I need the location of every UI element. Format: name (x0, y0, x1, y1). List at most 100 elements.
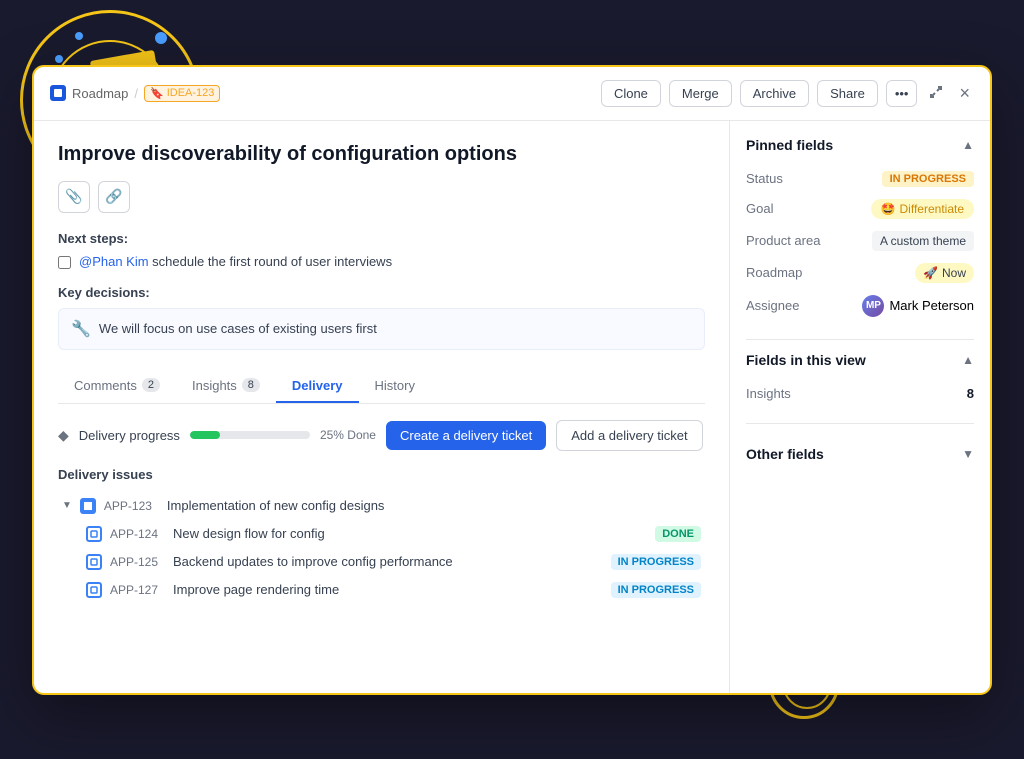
field-roadmap: Roadmap 🚀 Now (746, 257, 974, 289)
decorative-dot-top (155, 32, 167, 44)
field-roadmap-value: 🚀 Now (915, 263, 974, 283)
status-inprogress-127: IN PROGRESS (611, 582, 701, 598)
issue-icon-127 (86, 582, 102, 598)
tab-insights-label: Insights (192, 378, 237, 393)
issue-row-124: APP-124 New design flow for config DONE (82, 520, 705, 548)
idea-badge-icon: 🔖 (150, 87, 164, 100)
roadmap-icon (50, 85, 66, 101)
attach-icon: 📎 (65, 188, 82, 205)
tab-delivery-label: Delivery (292, 378, 343, 393)
decision-icon: 🔧 (71, 319, 91, 339)
goal-badge: 🤩 Differentiate (871, 199, 974, 219)
chevron-icon[interactable]: ▼ (62, 500, 72, 511)
issue-children: APP-124 New design flow for config DONE … (58, 520, 705, 604)
field-status-value: IN PROGRESS (882, 171, 974, 187)
parent-issue-icon (80, 498, 96, 514)
fields-in-view-title: Fields in this view (746, 352, 866, 368)
header-actions: Clone Merge Archive Share ••• × (601, 79, 974, 108)
tab-history[interactable]: History (359, 370, 431, 403)
issue-icon-125 (86, 554, 102, 570)
merge-button[interactable]: Merge (669, 80, 732, 107)
modal-header: Roadmap / 🔖 IDEA-123 Clone Merge Archive… (34, 67, 990, 121)
tab-insights-badge: 8 (242, 378, 260, 392)
modal-body: Improve discoverability of configuration… (34, 121, 990, 693)
next-steps-item: @Phan Kim schedule the first round of us… (58, 254, 705, 269)
assignee-name: Mark Peterson (889, 298, 974, 313)
roadmap-emoji: 🚀 (923, 266, 938, 280)
fields-in-view-section: Fields in this view ▲ Insights 8 (746, 352, 974, 407)
field-goal-value: 🤩 Differentiate (871, 199, 974, 219)
other-fields-collapse-button[interactable]: ▼ (962, 447, 974, 461)
more-button[interactable]: ••• (886, 80, 918, 107)
issue-title-125: Backend updates to improve config perfor… (173, 554, 603, 569)
roadmap-text: Now (942, 266, 966, 280)
left-panel: Improve discoverability of configuration… (34, 121, 730, 693)
attach-button[interactable]: 📎 (58, 181, 90, 213)
tab-insights[interactable]: Insights 8 (176, 370, 276, 403)
create-ticket-button[interactable]: Create a delivery ticket (386, 421, 546, 450)
delivery-issues-label: Delivery issues (58, 467, 705, 482)
issue-row-127: APP-127 Improve page rendering time IN P… (82, 576, 705, 604)
goal-emoji: 🤩 (881, 202, 896, 216)
delivery-progress-row: ◆ Delivery progress 25% Done Create a de… (58, 420, 705, 451)
decision-text: We will focus on use cases of existing u… (99, 321, 377, 336)
field-product-area-label: Product area (746, 233, 820, 248)
status-badge: IN PROGRESS (882, 171, 974, 187)
status-done-124: DONE (655, 526, 701, 542)
assignee-avatar: MP (862, 295, 884, 317)
progress-text: 25% Done (320, 428, 376, 442)
breadcrumb: Roadmap / 🔖 IDEA-123 (50, 85, 220, 102)
fields-in-view-collapse-button[interactable]: ▲ (962, 353, 974, 367)
insights-label: Insights (746, 386, 791, 401)
link-button[interactable]: 🔗 (98, 181, 130, 213)
field-assignee: Assignee MP Mark Peterson (746, 289, 974, 323)
next-steps-body: schedule the first round of user intervi… (149, 254, 393, 269)
issue-group: ▼ APP-123 Implementation of new config d… (58, 492, 705, 604)
progress-bar-container (190, 431, 310, 439)
main-modal: Roadmap / 🔖 IDEA-123 Clone Merge Archive… (32, 65, 992, 695)
roadmap-badge: 🚀 Now (915, 263, 974, 283)
issue-key-125: APP-125 (110, 555, 165, 569)
key-decisions-label: Key decisions: (58, 285, 705, 300)
issue-parent-row: ▼ APP-123 Implementation of new config d… (58, 492, 705, 520)
expand-button[interactable] (925, 81, 947, 106)
tabs: Comments 2 Insights 8 Delivery History (58, 370, 705, 404)
key-decisions-section: Key decisions: 🔧 We will focus on use ca… (58, 285, 705, 350)
decorative-dot-top2 (55, 55, 63, 63)
pinned-fields-collapse-button[interactable]: ▲ (962, 138, 974, 152)
tab-comments[interactable]: Comments 2 (58, 370, 176, 403)
share-button[interactable]: Share (817, 80, 878, 107)
delivery-progress-label: Delivery progress (79, 428, 180, 443)
field-assignee-label: Assignee (746, 298, 799, 313)
goal-text: Differentiate (900, 202, 964, 216)
next-steps-checkbox[interactable] (58, 256, 71, 269)
tab-comments-badge: 2 (142, 378, 160, 392)
pinned-fields-section: Pinned fields ▲ Status IN PROGRESS Goal … (746, 137, 974, 323)
product-area-badge: A custom theme (872, 231, 974, 251)
pinned-fields-title: Pinned fields (746, 137, 833, 153)
add-ticket-button[interactable]: Add a delivery ticket (556, 420, 702, 451)
progress-bar-fill (190, 431, 220, 439)
tab-comments-label: Comments (74, 378, 137, 393)
field-status-label: Status (746, 171, 783, 186)
decorative-dot-top3 (75, 32, 83, 40)
divider-2 (746, 423, 974, 424)
tab-delivery[interactable]: Delivery (276, 370, 359, 403)
parent-issue-key: APP-123 (104, 499, 159, 513)
close-button[interactable]: × (955, 79, 974, 108)
parent-issue-title: Implementation of new config designs (167, 498, 701, 513)
next-steps-label: Next steps: (58, 231, 705, 246)
idea-badge-key: IDEA-123 (167, 87, 215, 99)
insights-row: Insights 8 (746, 380, 974, 407)
idea-badge[interactable]: 🔖 IDEA-123 (144, 85, 220, 102)
link-icon: 🔗 (105, 188, 122, 205)
other-fields-section[interactable]: Other fields ▼ (746, 436, 974, 472)
divider-1 (746, 339, 974, 340)
next-steps-text: @Phan Kim schedule the first round of us… (79, 254, 392, 269)
issue-icon-124 (86, 526, 102, 542)
field-product-area-value: A custom theme (872, 231, 974, 251)
field-assignee-value: MP Mark Peterson (862, 295, 974, 317)
clone-button[interactable]: Clone (601, 80, 661, 107)
breadcrumb-separator: / (134, 86, 138, 101)
archive-button[interactable]: Archive (740, 80, 809, 107)
